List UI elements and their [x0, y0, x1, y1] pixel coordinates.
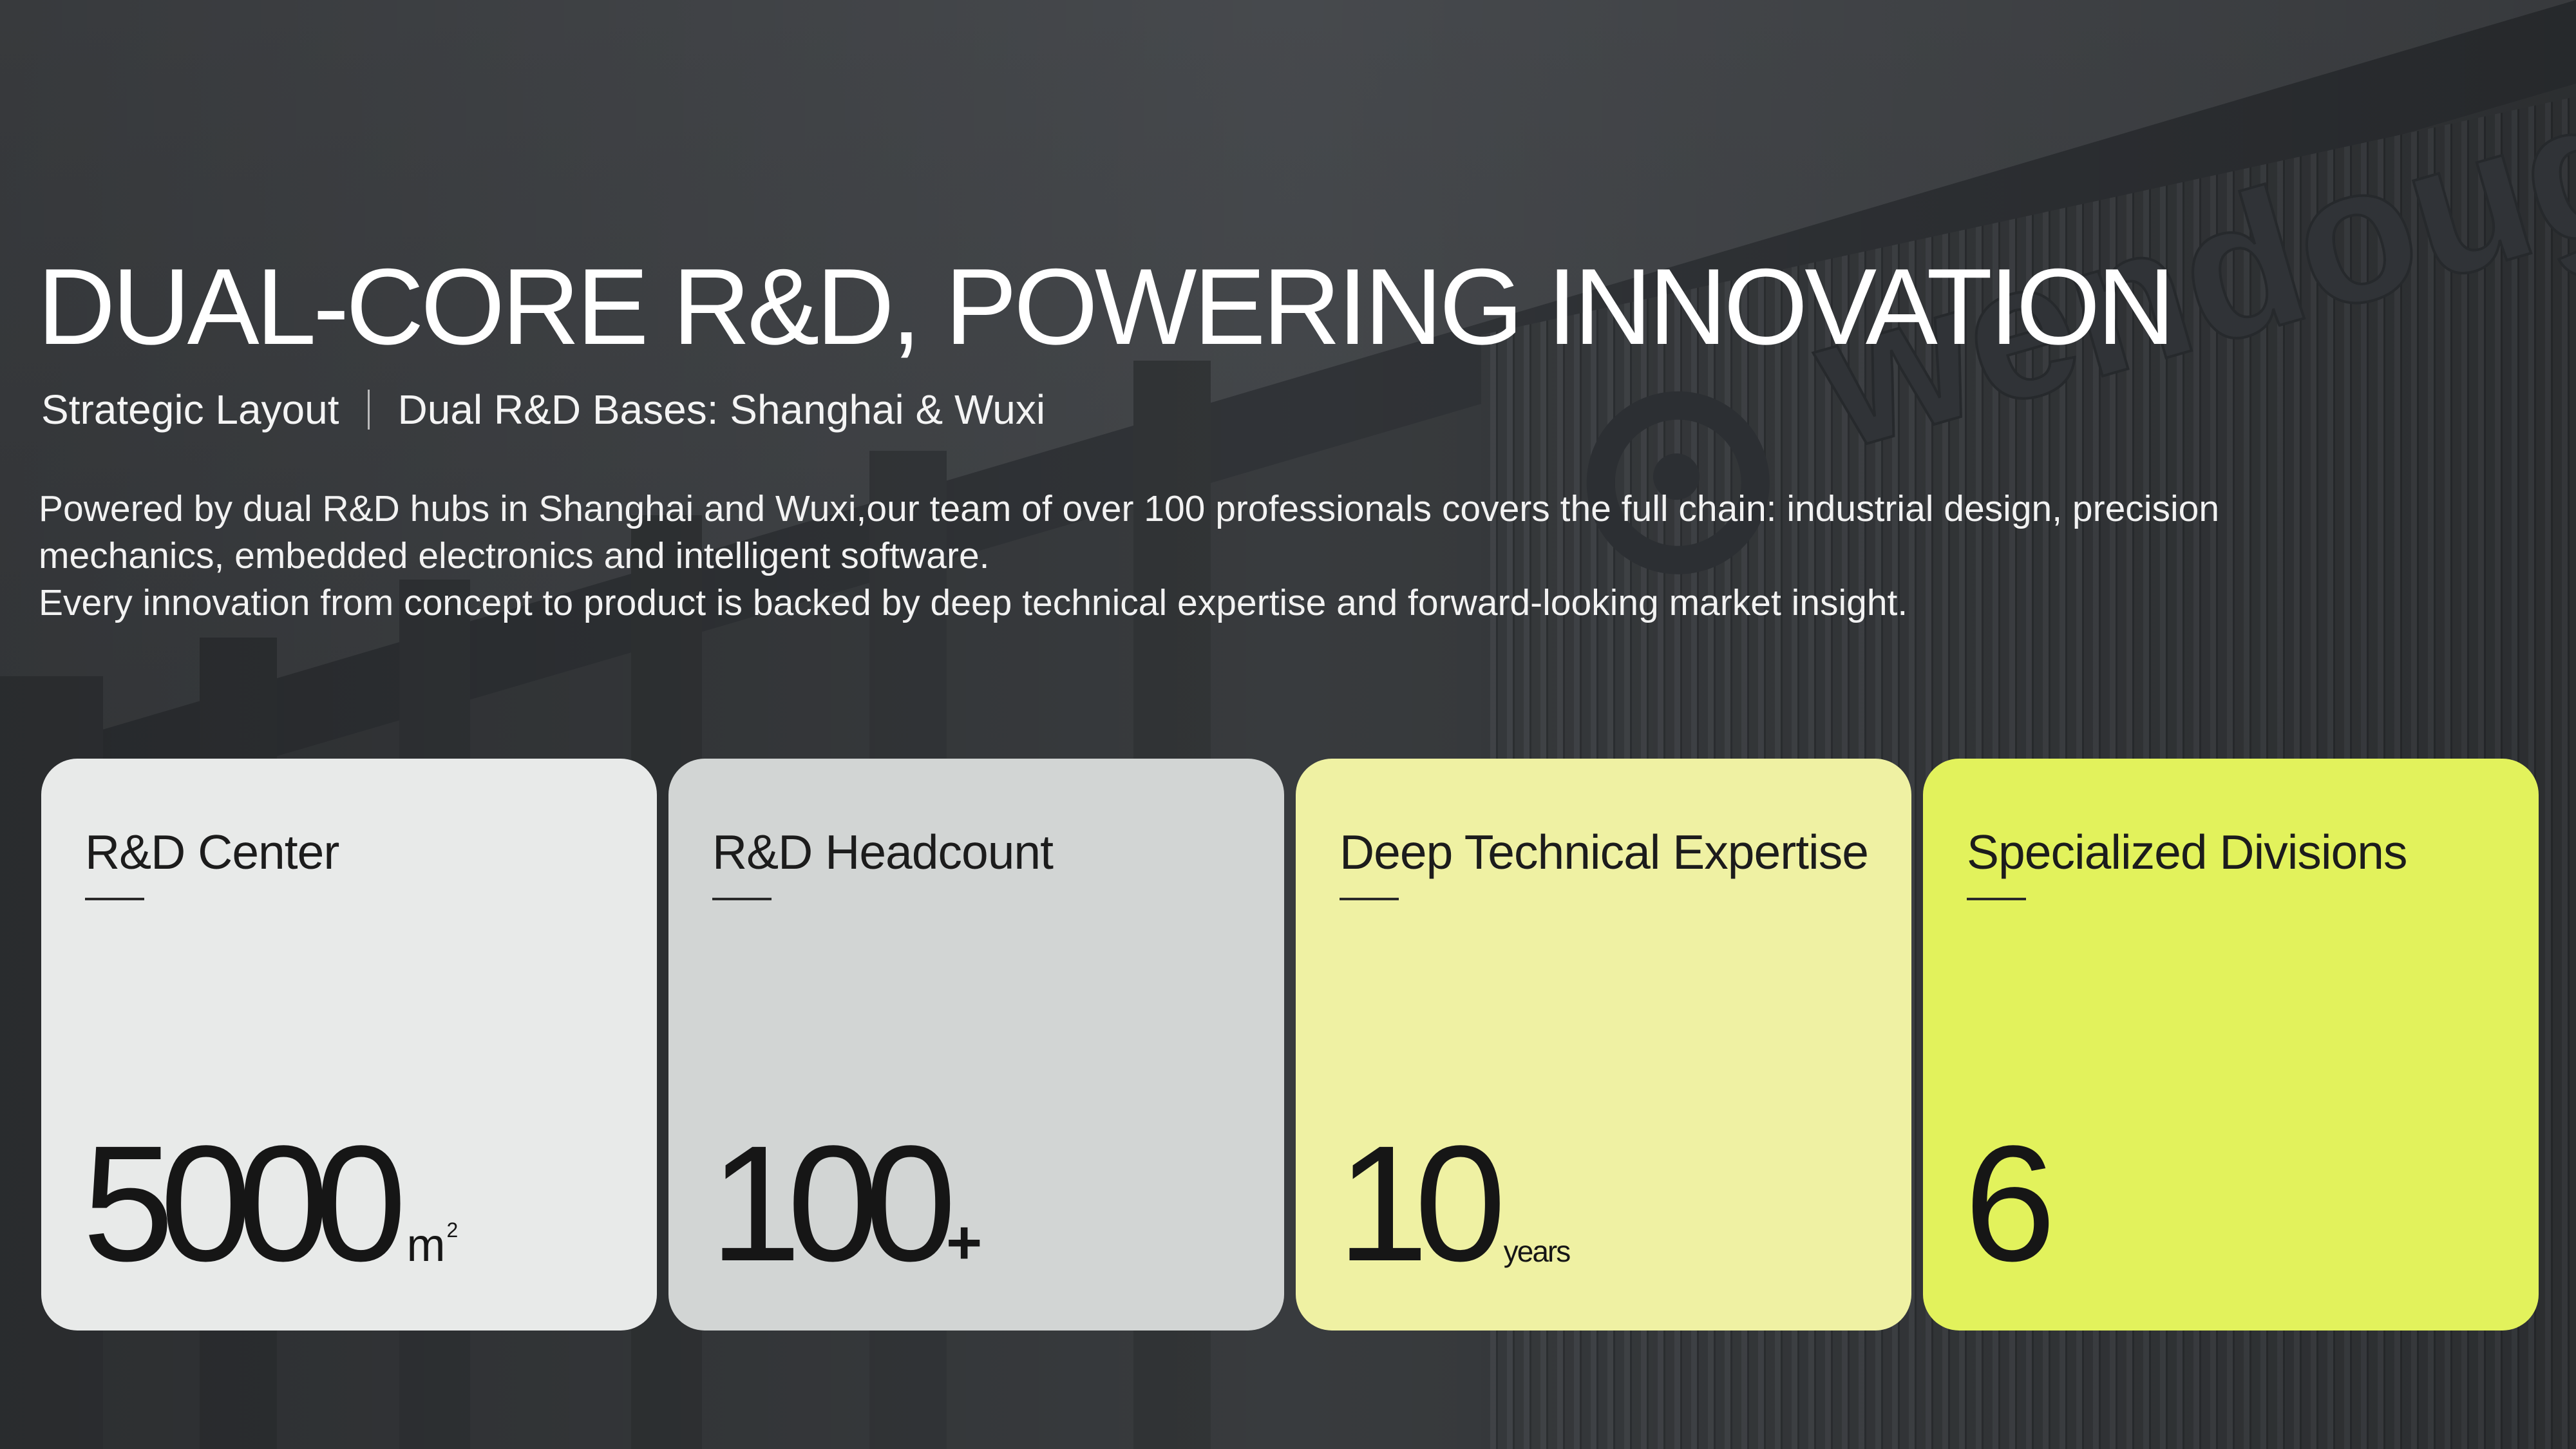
- card-divider: [1967, 898, 2026, 900]
- subtitle-row: Strategic Layout Dual R&D Bases: Shangha…: [41, 384, 1045, 435]
- stat-unit: m2: [406, 1220, 459, 1271]
- stat-number: 5000: [82, 1112, 406, 1296]
- description: Powered by dual R&D hubs in Shanghai and…: [39, 486, 2370, 627]
- stat-card-specialized-divisions: Specialized Divisions 6: [1923, 759, 2539, 1331]
- stat-value: 5000 m2: [82, 1109, 459, 1296]
- subtitle-divider: [367, 390, 370, 430]
- card-divider: [712, 898, 772, 900]
- stat-number: 6: [1964, 1112, 2056, 1296]
- stat-number: 10: [1337, 1112, 1506, 1296]
- stat-card-title: R&D Center: [85, 825, 339, 879]
- stat-card-title: Deep Technical Expertise: [1340, 825, 1869, 879]
- subtitle-rd-bases: Dual R&D Bases: Shanghai & Wuxi: [397, 386, 1046, 433]
- unit-superscript: 2: [446, 1218, 459, 1242]
- stat-card-title: Specialized Divisions: [1967, 825, 2407, 879]
- stat-number: 100: [710, 1112, 956, 1296]
- stat-unit: years: [1503, 1235, 1571, 1268]
- card-divider: [85, 898, 144, 900]
- subtitle-strategic-layout: Strategic Layout: [41, 386, 339, 433]
- stat-value: 100 +: [710, 1109, 982, 1296]
- stat-value: 6: [1964, 1109, 2056, 1296]
- stat-card-technical-expertise: Deep Technical Expertise 10 years: [1296, 759, 1911, 1331]
- stat-cards: R&D Center 5000 m2 R&D Headcount 100 + D…: [41, 759, 2539, 1331]
- stat-unit: +: [946, 1208, 983, 1277]
- card-divider: [1340, 898, 1399, 900]
- stat-card-rd-center: R&D Center 5000 m2: [41, 759, 657, 1331]
- stat-card-rd-headcount: R&D Headcount 100 +: [668, 759, 1284, 1331]
- description-line-2: Every innovation from concept to product…: [39, 582, 1908, 623]
- unit-base: m: [406, 1220, 446, 1271]
- page-title: DUAL-CORE R&D, POWERING INNOVATION: [37, 246, 2175, 367]
- description-line-1: Powered by dual R&D hubs in Shanghai and…: [39, 488, 2220, 576]
- stat-card-title: R&D Headcount: [712, 825, 1054, 879]
- stat-value: 10 years: [1337, 1109, 1571, 1296]
